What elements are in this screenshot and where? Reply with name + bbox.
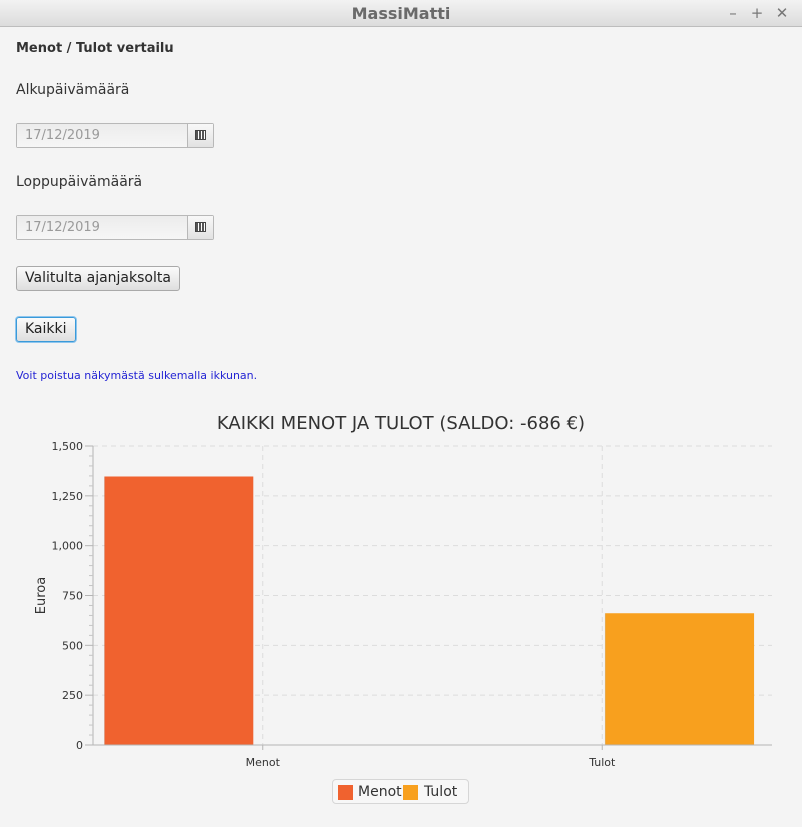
y-tick-label: 250 bbox=[62, 689, 83, 702]
y-tick-label: 500 bbox=[62, 639, 83, 652]
legend-swatch-tulot bbox=[403, 785, 418, 800]
y-axis-label: Euroa bbox=[34, 577, 49, 614]
y-tick-label: 1,500 bbox=[52, 440, 84, 453]
legend-label-tulot: Tulot bbox=[424, 784, 458, 800]
x-tick-label: Tulot bbox=[588, 756, 616, 769]
legend-swatch-menot bbox=[338, 785, 353, 800]
chart-legend: Menot Tulot bbox=[332, 779, 469, 804]
bar-menot bbox=[104, 476, 254, 745]
y-tick-label: 1,250 bbox=[52, 490, 84, 503]
bar-chart: 0 250 500 750 1,000 1,250 1,500 Menot Tulot Euroa bbox=[34, 440, 772, 769]
x-tick-label: Menot bbox=[246, 756, 281, 769]
bar-tulot bbox=[605, 613, 755, 745]
y-tick-label: 0 bbox=[76, 739, 83, 752]
y-tick-label: 1,000 bbox=[52, 540, 84, 553]
y-tick-label: 750 bbox=[62, 590, 83, 603]
legend-label-menot: Menot bbox=[358, 784, 402, 800]
